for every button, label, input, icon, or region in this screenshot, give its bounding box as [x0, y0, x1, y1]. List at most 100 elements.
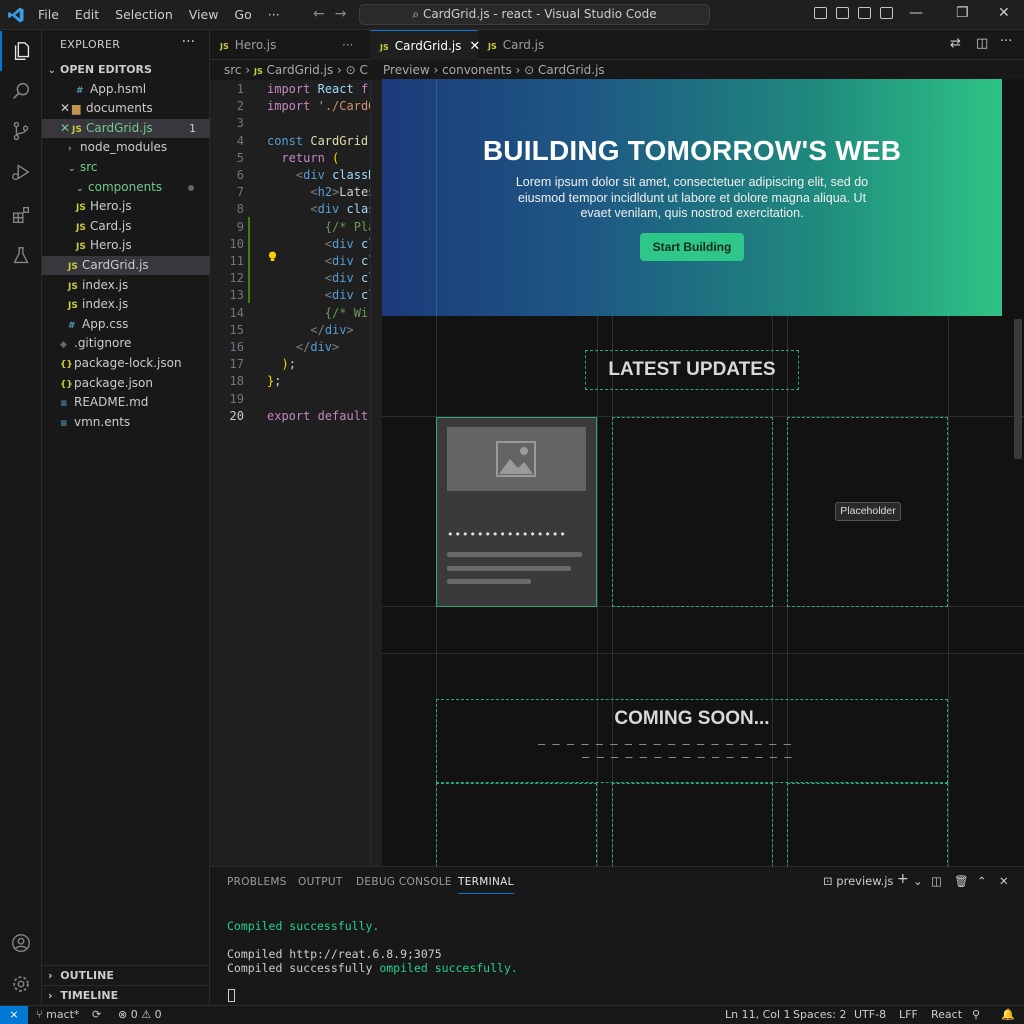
terminal-selector[interactable]: ⊡ preview.js — [823, 874, 893, 888]
minimize-icon[interactable]: — — [909, 5, 923, 21]
forward-arrow-icon[interactable]: → — [335, 6, 347, 22]
code-line[interactable]: 10 <div cla — [210, 236, 370, 253]
open-changes-icon[interactable]: ⇄ — [950, 36, 961, 51]
tab-terminal[interactable]: TERMINAL — [458, 876, 514, 894]
code-line[interactable]: 14 {/* Wire — [210, 305, 370, 322]
close-panel-icon[interactable]: ✕ — [999, 874, 1009, 888]
tab-problems[interactable]: PROBLEMS — [227, 876, 287, 888]
problems-indicator[interactable]: ⊗ 0 ⚠ 0 — [118, 1006, 162, 1024]
accounts-activity[interactable] — [0, 923, 42, 963]
end-of-line[interactable]: LFF — [899, 1006, 918, 1024]
close-icon[interactable]: ✕ — [60, 99, 72, 119]
breadcrumb-item[interactable]: CardGrid.js — [267, 63, 334, 77]
trash-icon[interactable]: 🗑 — [954, 874, 969, 888]
code-line[interactable]: 7 <h2>Latest — [210, 184, 370, 201]
file-tree-item[interactable]: › node_modules — [42, 138, 210, 158]
breadcrumb-item[interactable]: C — [360, 63, 368, 77]
source-control-activity[interactable] — [0, 111, 42, 151]
menu-view[interactable]: View — [189, 7, 219, 22]
update-card[interactable]: •••••••••••••••• — [436, 417, 597, 607]
code-line[interactable]: 8 <div class — [210, 201, 370, 218]
encoding[interactable]: UTF-8 — [854, 1006, 886, 1024]
code-line[interactable]: 20 export default — [210, 408, 370, 425]
code-line[interactable]: 13 <div cla — [210, 287, 370, 304]
start-building-button[interactable]: Start Building — [640, 233, 744, 261]
breadcrumb-item[interactable]: src — [224, 63, 242, 77]
file-tree-item[interactable]: {}package-lock.json — [42, 354, 210, 374]
tab-card-js[interactable]: JS Card.js — [478, 30, 574, 60]
menu-file[interactable]: File — [38, 7, 59, 22]
editor-more-icon[interactable]: ··· — [332, 30, 362, 60]
outline-section[interactable]: › OUTLINE — [42, 965, 210, 985]
close-icon[interactable]: ✕ — [60, 119, 72, 139]
code-line[interactable]: 6 <div classN — [210, 167, 370, 184]
menu-edit[interactable]: Edit — [75, 7, 99, 22]
restore-icon[interactable]: ❐ — [956, 5, 969, 21]
tab-output[interactable]: OUTPUT — [298, 876, 343, 888]
file-tree-item[interactable]: ⌄ src — [42, 158, 210, 178]
breadcrumb-item[interactable]: convonents — [442, 63, 512, 77]
code-line[interactable]: 17 ); — [210, 356, 370, 373]
file-tree-item[interactable]: JS Hero.js — [42, 236, 210, 256]
file-tree-item[interactable]: JS index.js — [42, 276, 210, 296]
toggle-primary-sidebar-icon[interactable] — [814, 7, 827, 19]
editor-splitter[interactable] — [370, 80, 382, 866]
open-editors-header[interactable]: ⌄ OPEN EDITORS — [42, 60, 210, 80]
customize-layout-icon[interactable] — [880, 7, 893, 19]
menu-selection[interactable]: Selection — [115, 7, 173, 22]
testing-activity[interactable] — [0, 236, 42, 276]
breadcrumb-item[interactable]: Preview — [383, 63, 430, 77]
branch-indicator[interactable]: ⑂ mact* — [36, 1006, 79, 1024]
copilot-icon[interactable]: ⚲ — [972, 1006, 980, 1024]
file-tree-item[interactable]: ✕ ▆ documents — [42, 99, 210, 119]
code-line[interactable]: 19 — [210, 391, 370, 408]
code-line[interactable]: 4 const CardGrid — [210, 133, 370, 150]
maximize-panel-icon[interactable]: ⌃ — [977, 874, 987, 888]
new-terminal-icon[interactable]: + — [897, 871, 909, 887]
sync-icon[interactable]: ⟳ — [92, 1006, 101, 1024]
tab-cardgrid-js[interactable]: JS CardGrid.js ✕ — [370, 30, 480, 60]
file-tree-item[interactable]: ◆ .gitignore — [42, 334, 210, 354]
code-editor[interactable]: 1 import React fr 2 import './CardG 3 4 const … — [210, 80, 370, 866]
run-debug-activity[interactable] — [0, 152, 42, 192]
preview-scrollbar[interactable] — [1014, 319, 1022, 459]
file-tree-item[interactable]: JS index.js — [42, 295, 210, 315]
explorer-activity[interactable] — [0, 31, 42, 71]
tab-debug-console[interactable]: DEBUG CONSOLE — [356, 876, 452, 888]
menu-more[interactable]: ··· — [268, 7, 280, 22]
split-editor-icon[interactable]: ◫ — [976, 36, 988, 51]
code-line[interactable]: 18}; — [210, 373, 370, 390]
toggle-panel-icon[interactable] — [836, 7, 849, 19]
back-arrow-icon[interactable]: ← — [313, 6, 325, 22]
code-line[interactable]: 9 {/* Plac — [210, 219, 370, 236]
file-tree-item[interactable]: ⌄ components — [42, 178, 210, 198]
code-line[interactable]: 5 return ( — [210, 150, 370, 167]
code-line[interactable]: 1 import React fr — [210, 81, 370, 98]
manage-activity[interactable] — [0, 964, 42, 1004]
tab-hero-js[interactable]: JS Hero.js — [210, 30, 310, 60]
code-line[interactable]: 3 — [210, 115, 370, 132]
indentation[interactable]: Spaces: 2 — [793, 1006, 846, 1024]
breadcrumb-item[interactable]: CardGrid.js — [538, 63, 605, 77]
remote-indicator[interactable]: ⨯ — [0, 1006, 28, 1024]
close-window-icon[interactable]: ✕ — [998, 5, 1010, 21]
chevron-down-icon[interactable]: ⌄ — [913, 874, 923, 888]
extensions-activity[interactable] — [0, 195, 42, 235]
menu-go[interactable]: Go — [234, 7, 251, 22]
cursor-position[interactable]: Ln 11, Col 1 — [725, 1006, 791, 1024]
file-tree-item[interactable]: ≡ README.md — [42, 393, 210, 413]
toggle-secondary-sidebar-icon[interactable] — [858, 7, 871, 19]
code-line[interactable] — [210, 425, 370, 442]
explorer-more-icon[interactable]: ··· — [182, 34, 195, 50]
language-mode[interactable]: React — [931, 1006, 962, 1024]
file-tree-item[interactable]: ✕ JS CardGrid.js 1 — [42, 118, 210, 139]
code-line[interactable]: 12 <div cla — [210, 270, 370, 287]
command-center[interactable]: ⌕ CardGrid.js - react - Visual Studio Co… — [359, 4, 710, 25]
notifications-icon[interactable]: 🔔 — [1001, 1006, 1015, 1024]
code-line[interactable]: 16 </div> — [210, 339, 370, 356]
more-actions-icon[interactable]: ··· — [1000, 34, 1012, 49]
timeline-section[interactable]: › TIMELINE — [42, 985, 210, 1005]
code-line[interactable]: 2 import './CardG — [210, 98, 370, 115]
search-activity[interactable] — [0, 71, 42, 111]
file-tree-item[interactable]: JS Hero.js — [42, 197, 210, 217]
